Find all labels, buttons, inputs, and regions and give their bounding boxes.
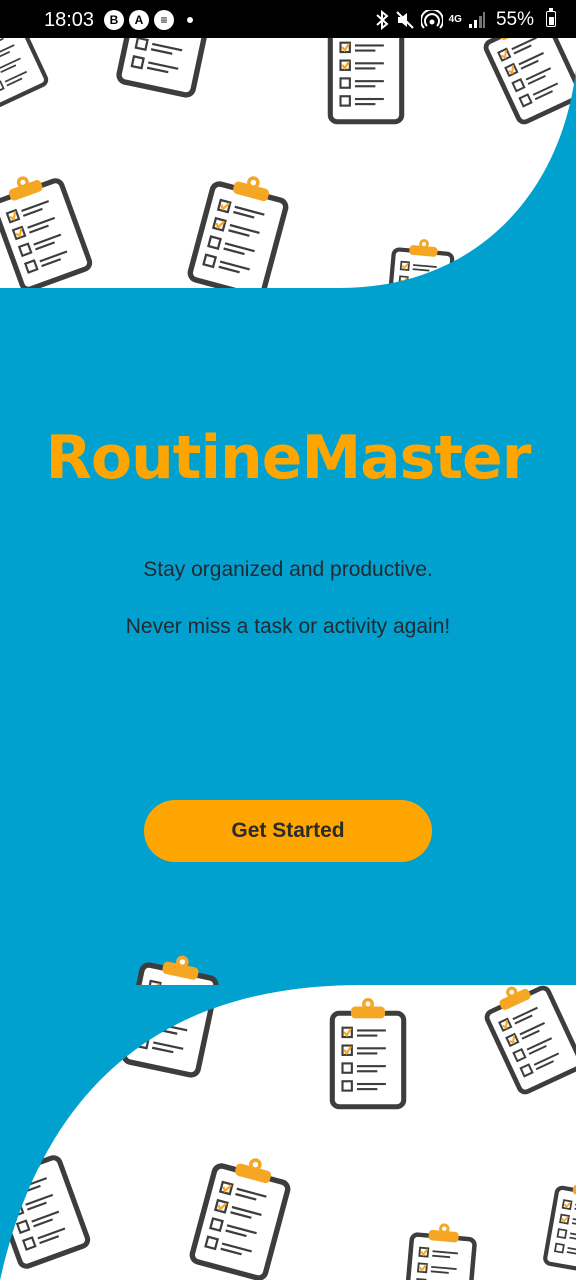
clipboard-icon [332, 998, 403, 1107]
signal-icon [468, 12, 485, 28]
status-bar: 18:03 B A ≡ 4G 55% [0, 0, 576, 38]
hotspot-icon [420, 10, 443, 29]
tagline-primary: Stay organized and productive. [143, 558, 433, 581]
get-started-button[interactable]: Get Started [144, 800, 432, 862]
app-title: RoutineMaster [45, 423, 532, 493]
battery-percentage: 55% [495, 9, 534, 30]
notification-a-icon: A [129, 10, 149, 30]
clipboard-icon [544, 1175, 576, 1273]
network-type: 4G [448, 14, 462, 25]
more-notifications-icon [187, 17, 193, 23]
clipboard-icon [191, 1149, 294, 1280]
notification-app-icon: ≡ [154, 10, 174, 30]
battery-icon [546, 8, 556, 27]
clipboard-icon [479, 973, 576, 1094]
tagline-secondary: Never miss a task or activity again! [125, 615, 451, 638]
notification-b-icon: B [104, 10, 124, 30]
status-time: 18:03 [44, 9, 95, 31]
clipboard-icon [405, 1221, 476, 1280]
bluetooth-icon [375, 10, 389, 30]
mute-icon [395, 11, 414, 29]
system-icons: 4G 55% [375, 9, 534, 31]
